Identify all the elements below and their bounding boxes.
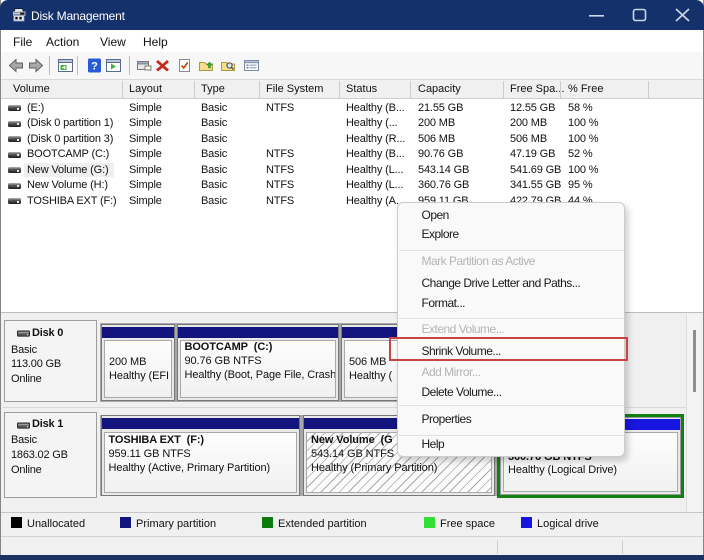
svg-text:?: ? [91, 61, 98, 73]
